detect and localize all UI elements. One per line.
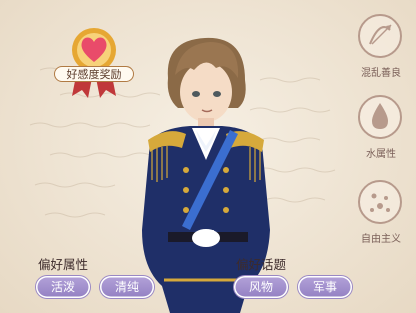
affection-reward-button[interactable]: 好感度奖励: [54, 24, 134, 104]
trait-label: 水属性: [366, 149, 396, 160]
stars-icon: [358, 180, 402, 224]
reward-label: 好感度奖励: [54, 66, 134, 82]
attribute-tag[interactable]: 活泼: [36, 276, 90, 298]
bow-arrow-icon: [358, 14, 402, 58]
topic-tag[interactable]: 风物: [234, 276, 288, 298]
topic-tag[interactable]: 军事: [298, 276, 352, 298]
preferred-topics-title: 偏好话题: [236, 257, 287, 272]
preferred-attributes-title: 偏好属性: [38, 257, 89, 272]
traits-panel: 混乱善良 水属性 自由主义: [346, 0, 416, 313]
heart-medal-icon: [72, 28, 116, 98]
trait-label: 自由主义: [361, 234, 401, 245]
attribute-tag[interactable]: 清纯: [100, 276, 154, 298]
water-drop-icon: [358, 95, 402, 139]
trait-label: 混乱善良: [361, 68, 401, 79]
